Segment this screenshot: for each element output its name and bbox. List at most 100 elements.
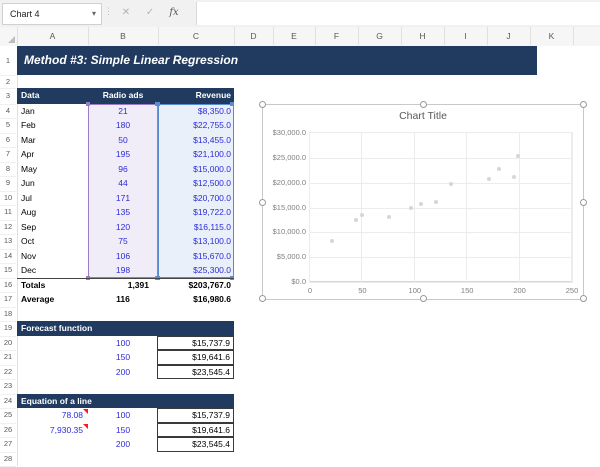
- cell-equation-output[interactable]: $23,545.4: [157, 437, 234, 452]
- row-header-9[interactable]: 9: [0, 176, 16, 192]
- cell-revenue[interactable]: $19,722.0: [158, 205, 234, 220]
- cell-revenue[interactable]: $25,300.0: [158, 263, 234, 278]
- cell-month[interactable]: Nov: [17, 249, 92, 264]
- cell-forecast-output[interactable]: $15,737.9: [157, 336, 234, 351]
- name-box[interactable]: Chart 4 ▾: [2, 3, 102, 25]
- cell-slope[interactable]: 78.08: [17, 408, 83, 423]
- cell-radio-ads[interactable]: 195: [88, 147, 158, 162]
- title-banner-cell[interactable]: Method #3: Simple Linear Regression: [17, 46, 537, 75]
- row-header-17[interactable]: 17: [0, 292, 16, 308]
- column-header-j[interactable]: J: [487, 27, 531, 45]
- chart-selection-handle[interactable]: [580, 101, 587, 108]
- cell-radio-ads[interactable]: 21: [88, 104, 158, 119]
- row-header-5[interactable]: 5: [0, 118, 16, 134]
- cell-totals-label[interactable]: Totals: [17, 278, 88, 293]
- cell-average-revenue[interactable]: $16,980.6: [158, 292, 234, 307]
- check-icon[interactable]: ✓: [140, 4, 160, 22]
- row-header-1[interactable]: 1: [0, 46, 16, 76]
- scatter-chart[interactable]: Chart Title $0.0$5,000.0$10,000.0$15,000…: [262, 104, 584, 300]
- row-header-7[interactable]: 7: [0, 147, 16, 163]
- row-header-16[interactable]: 16: [0, 278, 16, 294]
- fx-icon[interactable]: fx: [164, 4, 184, 22]
- cell-month[interactable]: Sep: [17, 220, 92, 235]
- row-header-19[interactable]: 19: [0, 321, 16, 337]
- chart-selection-handle[interactable]: [259, 199, 266, 206]
- cell-forecast-input[interactable]: 150: [88, 350, 158, 365]
- cell-month[interactable]: May: [17, 162, 92, 177]
- cell-equation-input[interactable]: 150: [88, 423, 158, 438]
- row-header-13[interactable]: 13: [0, 234, 16, 250]
- cell-radio-ads[interactable]: 96: [88, 162, 158, 177]
- cell-radio-ads[interactable]: 180: [88, 118, 158, 133]
- chart-selection-handle[interactable]: [259, 101, 266, 108]
- cell-month[interactable]: Apr: [17, 147, 92, 162]
- formula-input[interactable]: [196, 2, 600, 25]
- column-header-c[interactable]: C: [158, 27, 235, 45]
- cell-month[interactable]: Feb: [17, 118, 92, 133]
- cell-totals-ads[interactable]: 1,391: [88, 278, 158, 293]
- cell-month[interactable]: Jul: [17, 191, 92, 206]
- column-header-k[interactable]: K: [530, 27, 574, 45]
- row-header-2[interactable]: 2: [0, 75, 16, 89]
- cell-revenue[interactable]: $15,000.0: [158, 162, 234, 177]
- row-header-6[interactable]: 6: [0, 133, 16, 149]
- cell-radio-ads[interactable]: 135: [88, 205, 158, 220]
- cell-equation-input[interactable]: 100: [88, 408, 158, 423]
- cell-revenue[interactable]: $20,700.0: [158, 191, 234, 206]
- column-header-d[interactable]: D: [234, 27, 274, 45]
- column-header-e[interactable]: E: [273, 27, 316, 45]
- cell-radio-ads[interactable]: 120: [88, 220, 158, 235]
- cell-average-ads[interactable]: 116: [88, 292, 158, 307]
- row-header-8[interactable]: 8: [0, 162, 16, 178]
- cell-radio-ads[interactable]: 44: [88, 176, 158, 191]
- row-header-11[interactable]: 11: [0, 205, 16, 221]
- cell-equation-output[interactable]: $19,641.6: [157, 423, 234, 438]
- equation-header-cell[interactable]: Equation of a line: [17, 394, 234, 409]
- cell-revenue[interactable]: $13,455.0: [158, 133, 234, 148]
- cell-radio-ads[interactable]: 50: [88, 133, 158, 148]
- cell-intercept[interactable]: 7,930.35: [17, 423, 83, 438]
- cell-month[interactable]: Jan: [17, 104, 92, 119]
- selection-handle[interactable]: [86, 102, 90, 106]
- row-header-25[interactable]: 25: [0, 408, 16, 424]
- cell-month[interactable]: Aug: [17, 205, 92, 220]
- column-header-b[interactable]: B: [88, 27, 159, 45]
- cell-month[interactable]: Jun: [17, 176, 92, 191]
- cell-totals-revenue[interactable]: $203,767.0: [158, 278, 234, 293]
- chart-title[interactable]: Chart Title: [263, 110, 583, 122]
- cell-month[interactable]: Mar: [17, 133, 92, 148]
- column-header-h[interactable]: H: [401, 27, 445, 45]
- column-header-a[interactable]: A: [17, 27, 89, 45]
- row-header-27[interactable]: 27: [0, 437, 16, 453]
- cell-radio-ads[interactable]: 171: [88, 191, 158, 206]
- cell-revenue[interactable]: $13,100.0: [158, 234, 234, 249]
- select-all-corner[interactable]: [0, 27, 18, 45]
- row-header-3[interactable]: 3: [0, 88, 16, 105]
- cell-equation-output[interactable]: $15,737.9: [157, 408, 234, 423]
- row-header-18[interactable]: 18: [0, 307, 16, 323]
- chart-selection-handle[interactable]: [580, 199, 587, 206]
- row-header-20[interactable]: 20: [0, 336, 16, 352]
- row-header-23[interactable]: 23: [0, 379, 16, 395]
- cell-radio-ads[interactable]: 198: [88, 263, 158, 278]
- cell-forecast-output[interactable]: $19,641.6: [157, 350, 234, 365]
- cell-revenue[interactable]: $8,350.0: [158, 104, 234, 119]
- cell-forecast-input[interactable]: 200: [88, 365, 158, 380]
- chart-plot-area[interactable]: $0.0$5,000.0$10,000.0$15,000.0$20,000.0$…: [309, 132, 573, 283]
- column-header-g[interactable]: G: [358, 27, 402, 45]
- cell-revenue[interactable]: $22,755.0: [158, 118, 234, 133]
- cell-revenue[interactable]: $12,500.0: [158, 176, 234, 191]
- cell-forecast-input[interactable]: 100: [88, 336, 158, 351]
- cell-radio-ads[interactable]: 75: [88, 234, 158, 249]
- row-header-24[interactable]: 24: [0, 394, 16, 410]
- cell-radio-ads[interactable]: 106: [88, 249, 158, 264]
- column-header-i[interactable]: I: [444, 27, 488, 45]
- row-header-21[interactable]: 21: [0, 350, 16, 366]
- chart-selection-handle[interactable]: [580, 295, 587, 302]
- cell-revenue[interactable]: $21,100.0: [158, 147, 234, 162]
- cell-month[interactable]: Dec: [17, 263, 92, 278]
- forecast-header-cell[interactable]: Forecast function: [17, 321, 234, 336]
- cancel-icon[interactable]: ✕: [116, 4, 136, 22]
- column-header-f[interactable]: F: [315, 27, 359, 45]
- row-header-28[interactable]: 28: [0, 452, 16, 467]
